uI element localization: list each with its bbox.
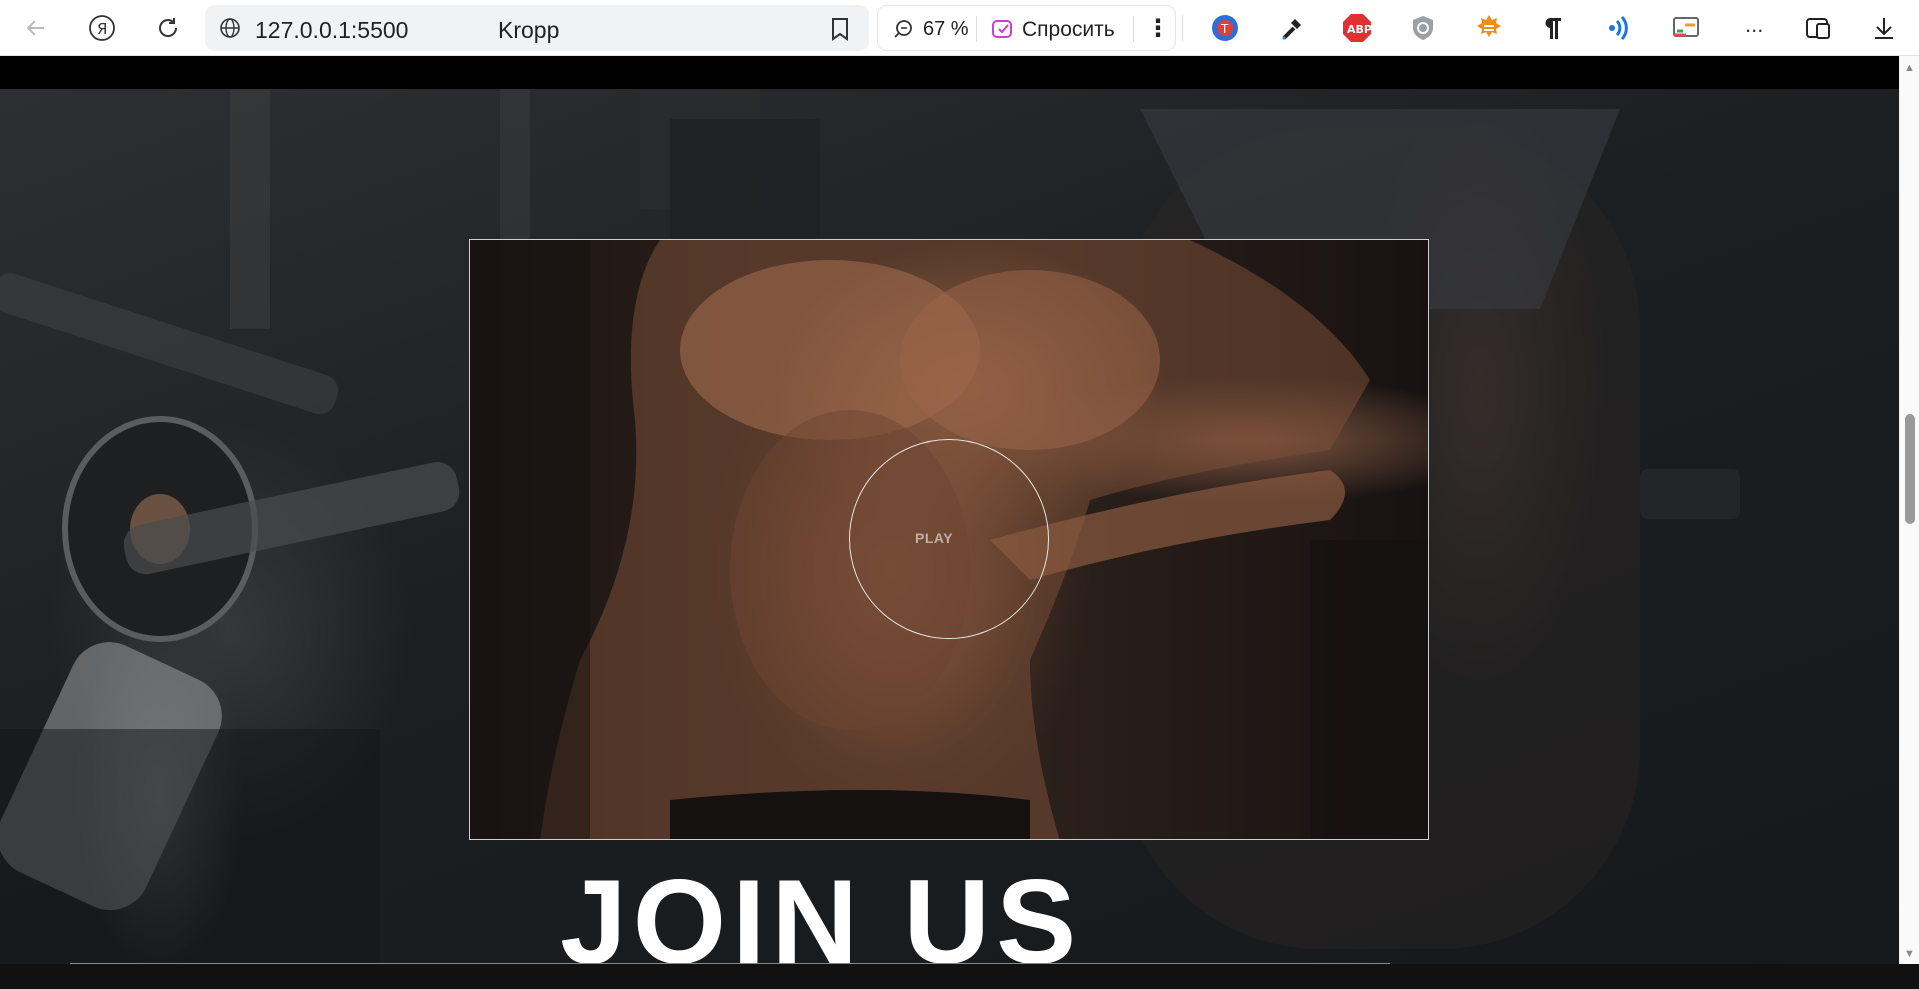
ai-ask-icon xyxy=(992,20,1012,38)
divider xyxy=(1133,16,1134,42)
adblock-extension[interactable]: ABP xyxy=(1340,11,1374,45)
svg-text:Я: Я xyxy=(97,20,107,38)
shield-icon xyxy=(1413,16,1433,40)
scroll-up-icon[interactable]: ▲ xyxy=(1904,62,1915,74)
more-menu-icon[interactable]: ⋮ xyxy=(1146,14,1170,43)
arrow-left-icon xyxy=(26,20,44,36)
join-heading: JOIN US xyxy=(560,855,1083,989)
downloads-button[interactable] xyxy=(1867,11,1901,45)
reload-button[interactable] xyxy=(148,8,188,48)
cast-icon xyxy=(1673,17,1699,37)
yandex-icon: Я xyxy=(89,15,115,41)
bookmark-icon[interactable] xyxy=(831,17,849,41)
divider xyxy=(1182,15,1183,41)
back-button[interactable] xyxy=(16,8,56,48)
globe-icon xyxy=(220,18,240,38)
more-extensions[interactable]: ... xyxy=(1745,12,1763,38)
paragraph-icon xyxy=(1545,17,1561,39)
reload-icon xyxy=(159,18,178,37)
browser-toolbar: Я 127.0.0.1:5500 Kropp 67 % Спросить ⋮ T… xyxy=(0,0,1919,56)
sidebar-toggle-icon xyxy=(1806,18,1830,39)
download-icon xyxy=(1875,18,1893,39)
url-text: 127.0.0.1:5500 xyxy=(255,17,409,43)
eyedropper-icon xyxy=(1281,19,1301,41)
cast-extension[interactable] xyxy=(1669,11,1703,45)
wifi-extension[interactable] xyxy=(1603,11,1637,45)
play-label[interactable]: PLAY xyxy=(915,530,953,546)
zoom-ask-group: 67 % Спросить ⋮ xyxy=(877,5,1176,51)
translate-icon: T xyxy=(1212,15,1238,41)
yandex-button[interactable]: Я xyxy=(82,8,122,48)
wifi-icon xyxy=(1609,15,1628,41)
adblock-icon: ABP xyxy=(1343,14,1372,42)
sidebar-extension[interactable] xyxy=(1801,11,1835,45)
page-top-bar xyxy=(0,56,1899,89)
svg-text:T: T xyxy=(1220,22,1229,36)
eyedropper-extension[interactable] xyxy=(1275,11,1309,45)
sun-extension[interactable] xyxy=(1472,11,1506,45)
sun-icon xyxy=(1477,15,1501,37)
paragraph-extension[interactable] xyxy=(1537,11,1571,45)
page-scrollbar[interactable]: ▲ ▼ xyxy=(1899,56,1919,964)
ask-button[interactable]: Спросить xyxy=(1022,18,1115,42)
address-bar[interactable]: 127.0.0.1:5500 Kropp xyxy=(205,5,869,51)
zoom-icon[interactable] xyxy=(892,18,914,40)
page-title: Kropp xyxy=(498,17,560,43)
scroll-thumb[interactable] xyxy=(1905,414,1915,524)
divider xyxy=(976,16,977,42)
scroll-down-icon[interactable]: ▼ xyxy=(1904,948,1915,960)
zoom-level[interactable]: 67 % xyxy=(923,18,969,41)
translate-extension[interactable]: T xyxy=(1208,11,1242,45)
shield-extension[interactable] xyxy=(1406,11,1440,45)
svg-text:ABP: ABP xyxy=(1347,23,1372,36)
